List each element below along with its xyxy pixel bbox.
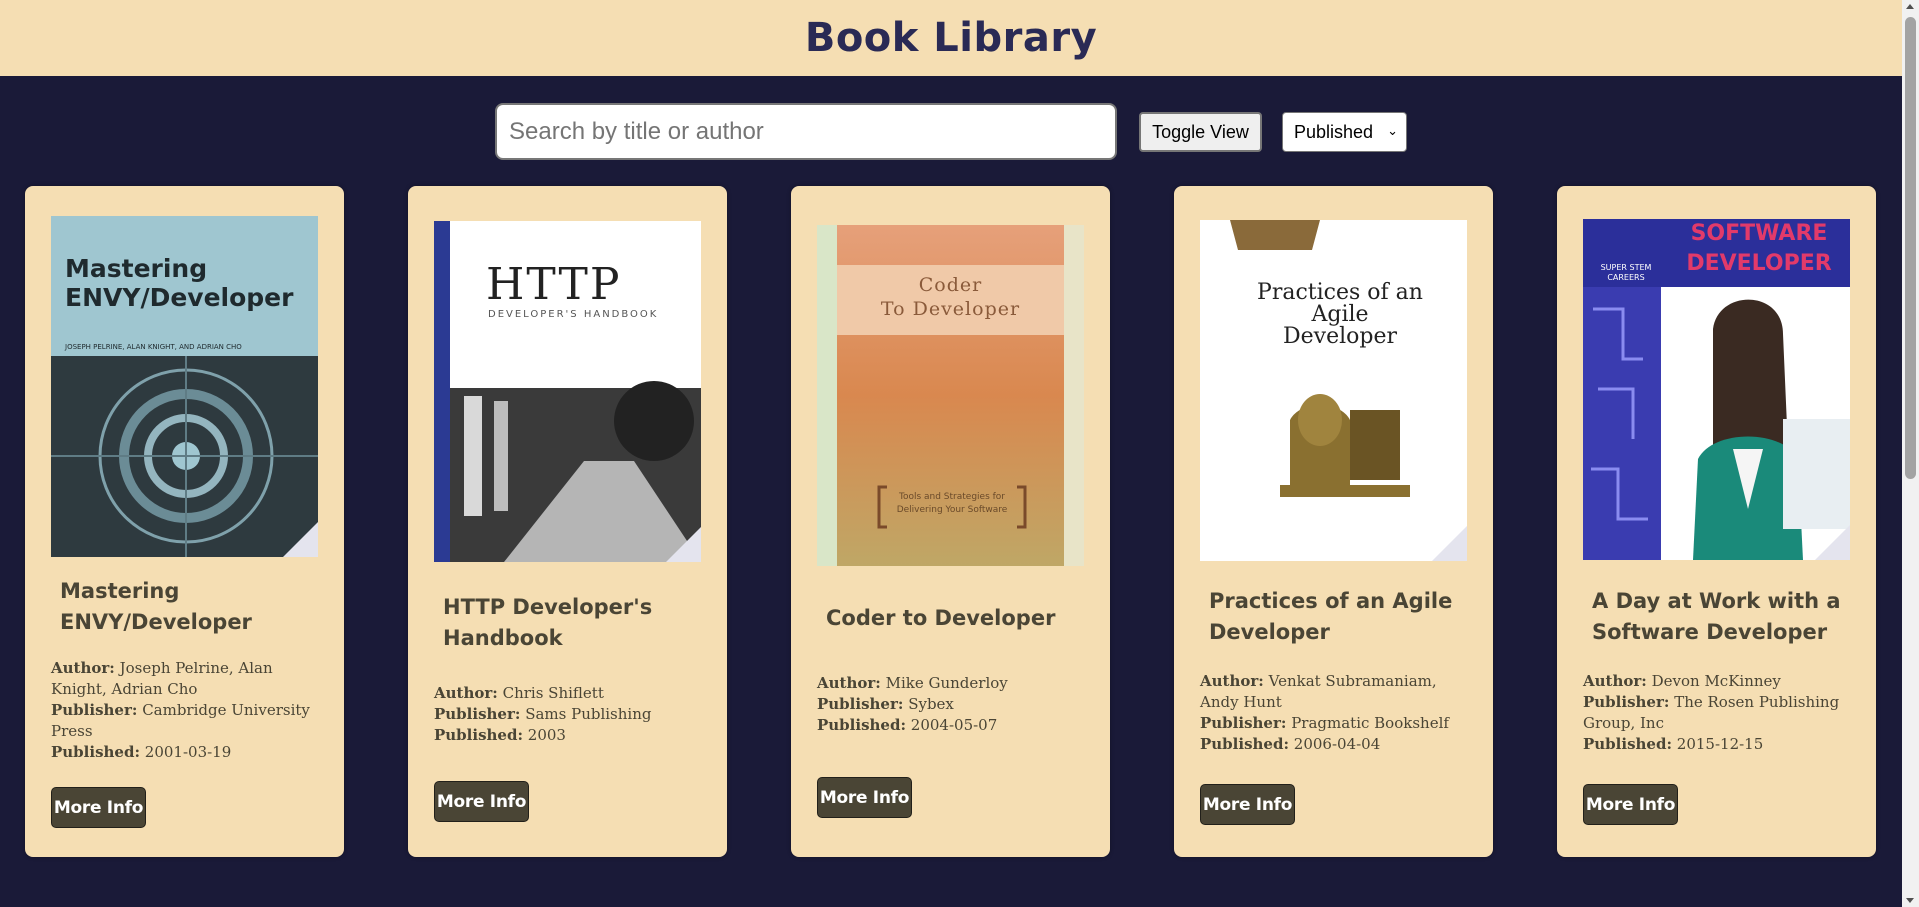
page-title: Book Library [804, 15, 1098, 61]
book-meta: Author: Devon McKinney Publisher: The Ro… [1583, 671, 1853, 755]
scroll-up-arrow-icon[interactable] [1906, 4, 1914, 9]
book-publisher: Publisher: The Rosen Publishing Group, I… [1583, 693, 1840, 732]
book-cover-image: Practices of an Agile Developer [1200, 220, 1467, 561]
chevron-down-icon: ⌄ [1387, 123, 1398, 138]
page: Book Library Toggle View Published ⌄ [0, 0, 1919, 907]
book-published: Published: 2006-04-04 [1200, 735, 1381, 753]
book-cover-image: HTTP DEVELOPER'S HANDBOOK [434, 221, 701, 562]
cover-text: Agile [1311, 302, 1369, 327]
search-input[interactable] [495, 103, 1117, 160]
book-author: Author: Mike Gunderloy [817, 674, 1008, 692]
vertical-scrollbar[interactable] [1902, 0, 1919, 907]
more-info-button[interactable]: More Info [1583, 784, 1678, 825]
book-published: Published: 2004-05-07 [817, 716, 998, 734]
book-publisher: Publisher: Cambridge University Press [51, 701, 310, 740]
cover-text: SOFTWARE [1690, 221, 1828, 246]
book-card: HTTP DEVELOPER'S HANDBOOK HTTP Developer… [408, 186, 727, 857]
book-title: A Day at Work with a Software Developer [1592, 589, 1841, 644]
book-author: Author: Chris Shiflett [434, 684, 604, 702]
book-publisher: Publisher: Pragmatic Bookshelf [1200, 714, 1449, 732]
cover-text: DEVELOPER [1686, 251, 1832, 276]
scroll-down-arrow-icon[interactable] [1906, 898, 1914, 903]
book-meta: Author: Venkat Subramaniam, Andy Hunt Pu… [1200, 671, 1470, 755]
book-title: Practices of an Agile Developer [1209, 589, 1453, 644]
more-info-button[interactable]: More Info [817, 777, 912, 818]
more-info-button[interactable]: More Info [51, 787, 146, 828]
app-header: Book Library [0, 0, 1902, 76]
book-title: HTTP Developer's Handbook [443, 595, 653, 650]
cover-subtext: SUPER STEM CAREERS [1600, 263, 1652, 282]
book-card: SOFTWARE DEVELOPER SUPER STEM CAREERS A … [1557, 186, 1876, 857]
book-meta: Author: Chris Shiflett Publisher: Sams P… [434, 683, 704, 746]
cover-text: Coder [918, 274, 983, 296]
cover-subtext: DEVELOPER'S HANDBOOK [488, 309, 659, 320]
book-cover-image: Coder To Developer Tools and Strategies … [817, 225, 1084, 566]
cover-text: HTTP [486, 259, 622, 310]
book-published: Published: 2003 [434, 726, 566, 744]
more-info-button[interactable]: More Info [1200, 784, 1295, 825]
book-title: Mastering ENVY/Developer [60, 579, 252, 634]
cover-subtext: JOSEPH PELRINE, ALAN KNIGHT, AND ADRIAN … [65, 343, 242, 351]
cover-text: Mastering [65, 254, 208, 283]
scrollbar-thumb[interactable] [1905, 17, 1916, 479]
book-published: Published: 2015-12-15 [1583, 735, 1764, 753]
book-title: Coder to Developer [826, 606, 1056, 630]
toggle-view-button[interactable]: Toggle View [1139, 112, 1262, 152]
controls-bar: Toggle View Published ⌄ [0, 103, 1902, 160]
cover-subtext: Tools and Strategies for Delivering Your… [896, 492, 1008, 515]
book-meta: Author: Joseph Pelrine, Alan Knight, Adr… [51, 658, 321, 763]
sort-select[interactable]: Published ⌄ [1282, 112, 1407, 152]
book-author: Author: Devon McKinney [1583, 672, 1781, 690]
book-author: Author: Joseph Pelrine, Alan Knight, Adr… [51, 659, 273, 698]
book-meta: Author: Mike Gunderloy Publisher: Sybex … [817, 673, 1087, 736]
cover-text: ENVY/Developer [65, 283, 294, 312]
sort-select-value: Published [1294, 121, 1374, 142]
book-cover-image: Mastering ENVY/Developer JOSEPH PELRINE,… [51, 216, 318, 557]
book-card: Mastering ENVY/Developer JOSEPH PELRINE,… [25, 186, 344, 857]
more-info-button[interactable]: More Info [434, 781, 529, 822]
cover-text: Developer [1282, 324, 1397, 349]
book-cover-image: SOFTWARE DEVELOPER SUPER STEM CAREERS [1583, 219, 1850, 560]
book-publisher: Publisher: Sams Publishing [434, 705, 652, 723]
book-card: Coder To Developer Tools and Strategies … [791, 186, 1110, 857]
book-publisher: Publisher: Sybex [817, 695, 954, 713]
book-author: Author: Venkat Subramaniam, Andy Hunt [1200, 672, 1437, 711]
book-card: Practices of an Agile Developer Practice… [1174, 186, 1493, 857]
book-published: Published: 2001-03-19 [51, 743, 232, 761]
cover-text: Practices of an [1257, 280, 1423, 305]
cover-text: To Developer [880, 298, 1021, 320]
